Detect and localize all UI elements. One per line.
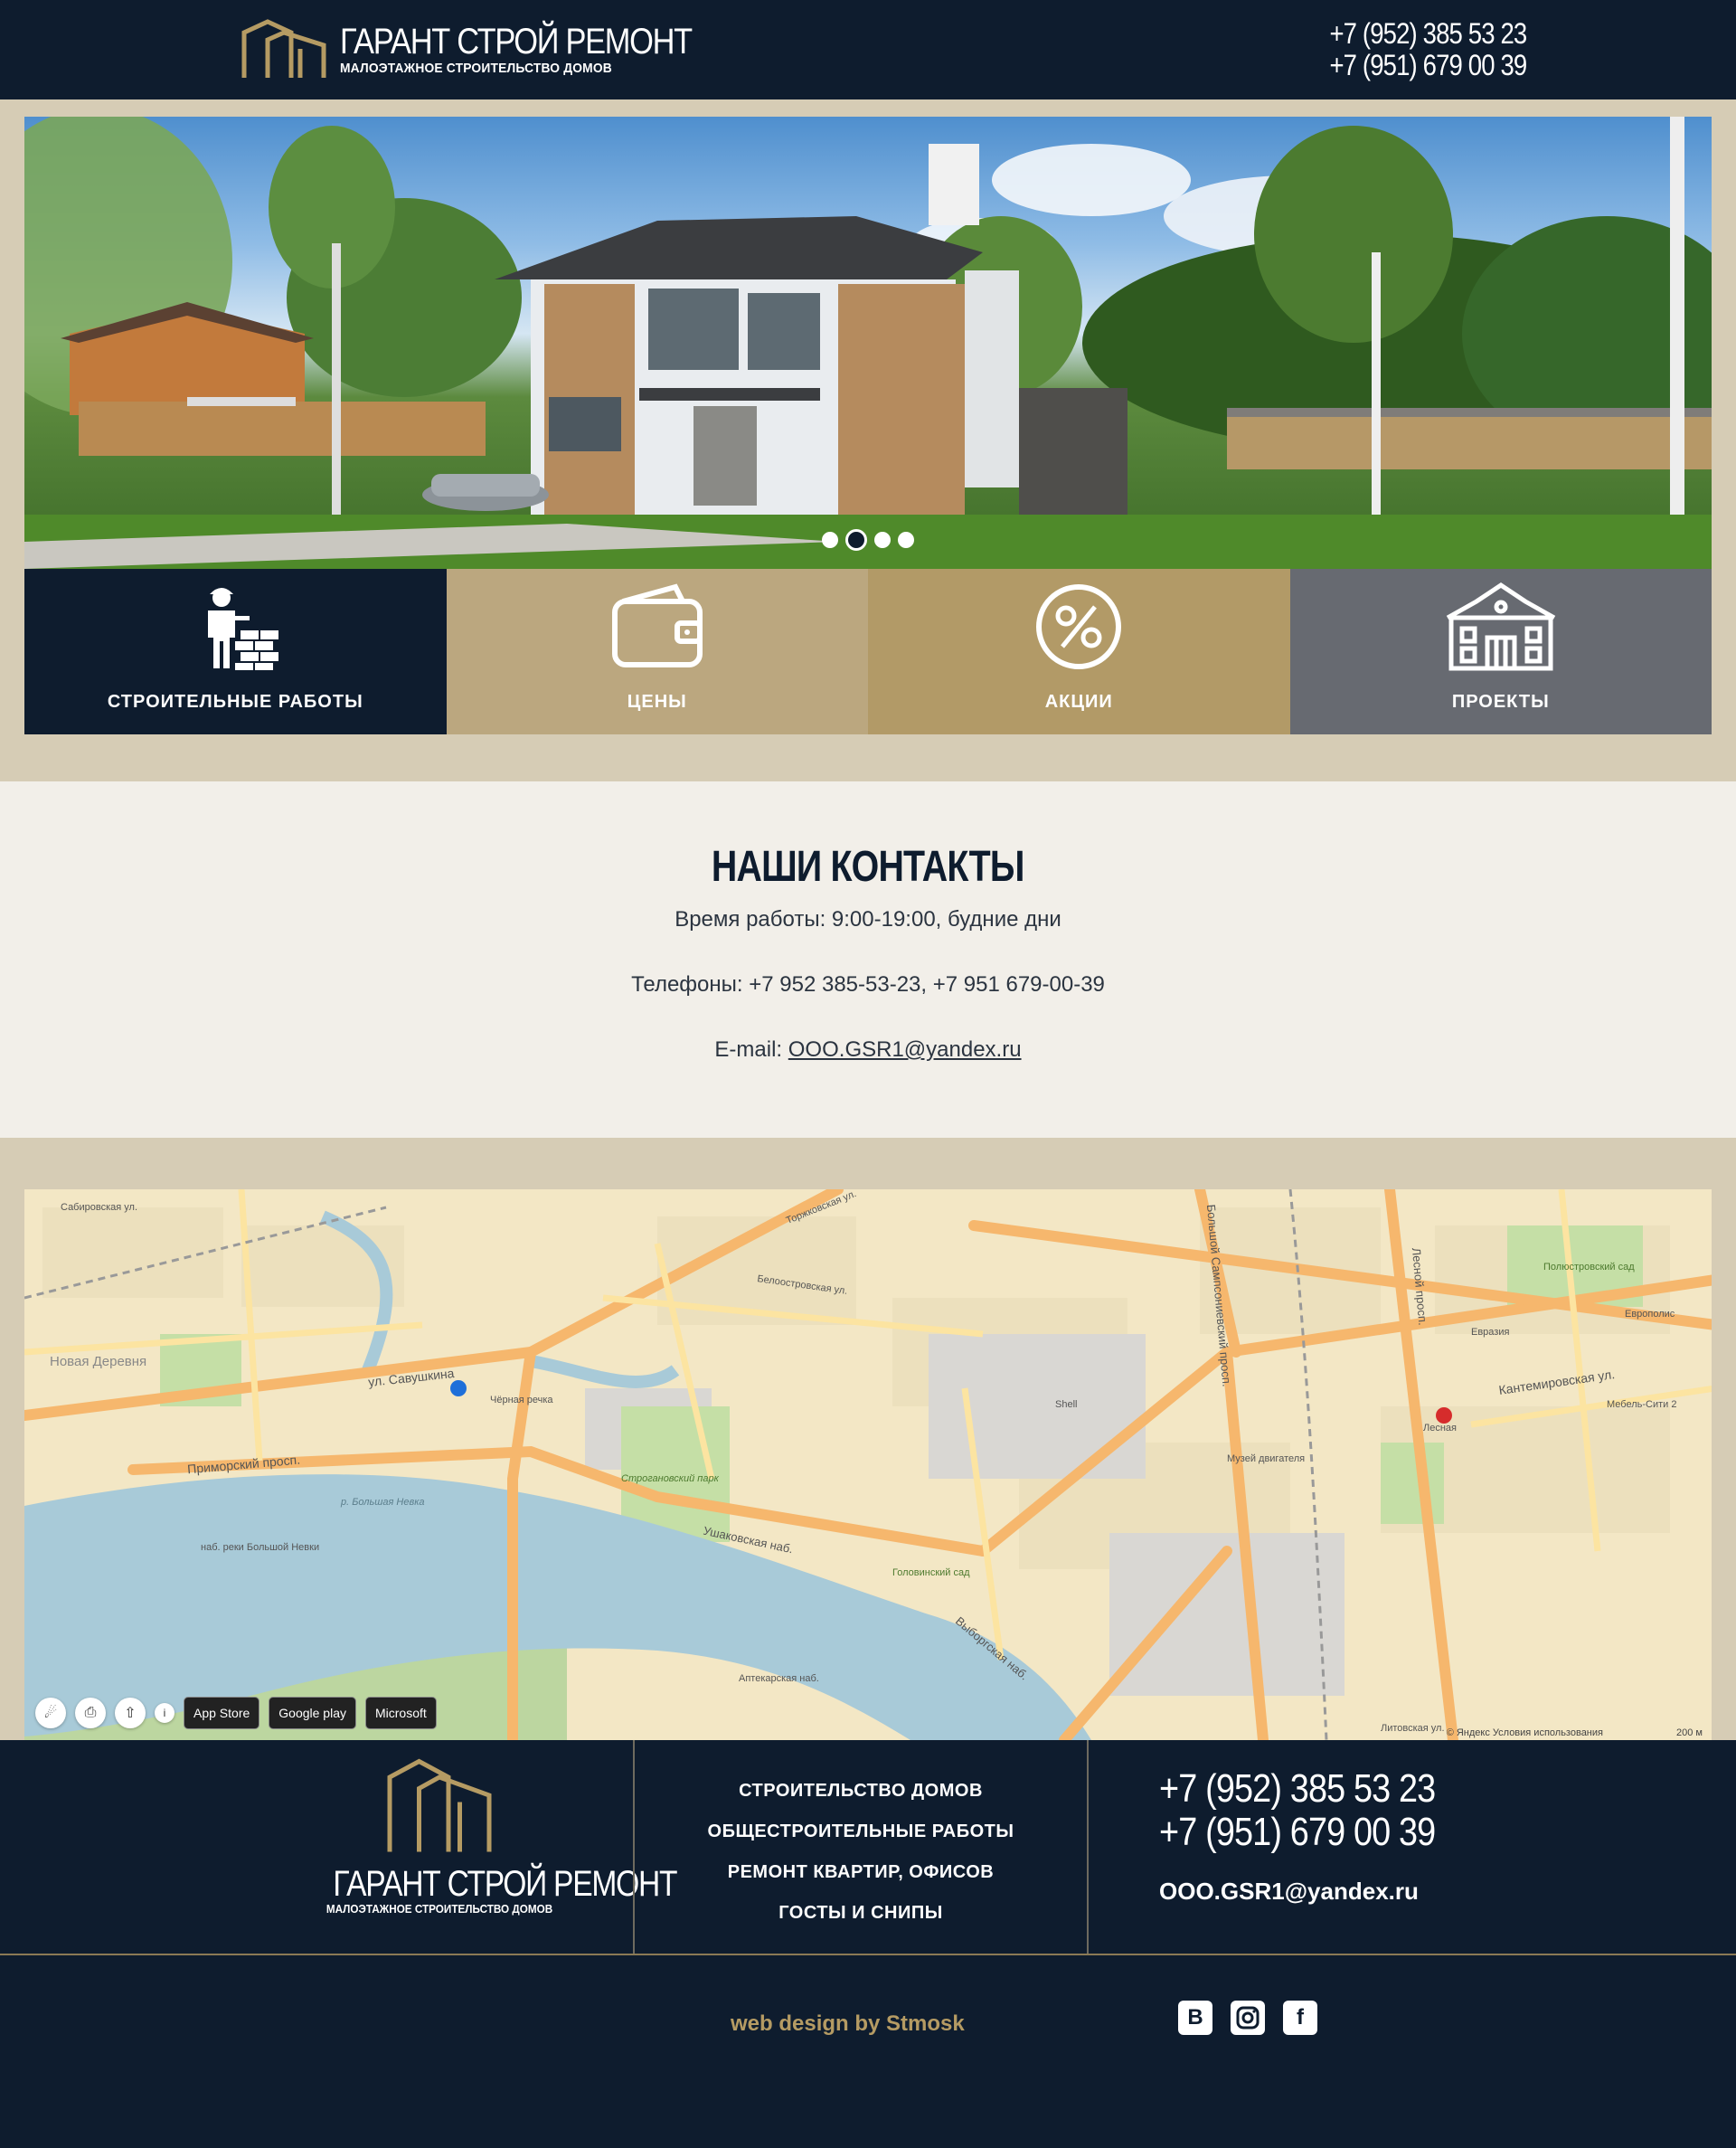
contacts-email-line: E-mail: OOO.GSR1@yandex.ru — [0, 1036, 1736, 1064]
map-section: Сабировская ул. Торжковская ул. Новая Де… — [0, 1138, 1736, 1740]
contacts-hours: Время работы: 9:00-19:00, будние дни — [675, 907, 1061, 932]
footer-phone-2[interactable]: +7 (951) 679 00 39 — [1159, 1811, 1436, 1854]
info-icon[interactable]: i — [155, 1703, 175, 1723]
logo-subtitle: МАЛОЭТАЖНОЕ СТРОИТЕЛЬСТВО ДОМОВ — [340, 61, 612, 76]
site-header: ГАРАНТ СТРОЙ РЕМОНТ МАЛОЭТАЖНОЕ СТРОИТЕЛ… — [0, 0, 1736, 99]
share-icon[interactable]: ⇧ — [115, 1698, 146, 1728]
footer-menu-item[interactable]: ОБЩЕСТРОИТЕЛЬНЫЕ РАБОТЫ — [635, 1812, 1087, 1852]
service-tiles: СТРОИТЕЛЬНЫЕ РАБОТЫ ЦЕНЫ АКЦИИ ПРОЕКТЫ — [24, 569, 1712, 734]
percent-icon — [1036, 584, 1122, 669]
yandex-map[interactable]: Сабировская ул. Торжковская ул. Новая Де… — [24, 1189, 1712, 1740]
hero-section: СТРОИТЕЛЬНЫЕ РАБОТЫ ЦЕНЫ АКЦИИ ПРОЕКТЫ — [0, 99, 1736, 781]
contacts-section: НАШИ КОНТАКТЫ Время работы: 9:00-19:00, … — [0, 781, 1736, 1138]
binoculars-icon[interactable]: ☄ — [35, 1698, 66, 1728]
tile-prices[interactable]: ЦЕНЫ — [446, 569, 868, 734]
footer-logo[interactable]: ГАРАНТ СТРОЙ РЕМОНТ МАЛОЭТАЖНОЕ СТРОИТЕЛ… — [313, 1755, 677, 1916]
google-play-badge[interactable]: Google play — [269, 1697, 356, 1729]
app-store-badge[interactable]: App Store — [184, 1697, 260, 1729]
footer-phone-1[interactable]: +7 (952) 385 53 23 — [1159, 1767, 1436, 1811]
map-label: р. Большая Невка — [341, 1497, 425, 1508]
slider-dot[interactable] — [874, 532, 891, 548]
email-label: E-mail: — [714, 1037, 788, 1062]
microsoft-badge[interactable]: Microsoft — [364, 1697, 437, 1729]
map-label: Мебель-Сити 2 — [1607, 1399, 1677, 1410]
facebook-icon[interactable]: f — [1283, 2001, 1317, 2035]
footer-contacts: +7 (952) 385 53 23 +7 (951) 679 00 39 OO… — [1159, 1767, 1436, 1906]
tile-label: ПРОЕКТЫ — [1451, 692, 1550, 712]
email-link[interactable]: OOO.GSR1@yandex.ru — [788, 1037, 1022, 1062]
footer-menu-item[interactable]: СТРОИТЕЛЬСТВО ДОМОВ — [635, 1771, 1087, 1812]
footer-divider-line — [0, 1954, 1736, 1955]
map-controls: ☄ ⎙ ⇧ i App Store Google play Microsoft — [35, 1697, 437, 1729]
building-icon — [1446, 582, 1555, 671]
social-links: В f — [1178, 2001, 1317, 2035]
footer-menu-item[interactable]: ГОСТЫ И СНИПЫ — [635, 1893, 1087, 1934]
map-label: Музей двигателя — [1227, 1453, 1306, 1464]
map-label: наб. реки Большой Невки — [201, 1542, 320, 1553]
footer-email[interactable]: OOO.GSR1@yandex.ru — [1159, 1878, 1419, 1906]
tile-label: СТРОИТЕЛЬНЫЕ РАБОТЫ — [107, 692, 363, 712]
header-phones: +7 (952) 385 53 23 +7 (951) 679 00 39 — [1297, 18, 1527, 81]
header-phone-2[interactable]: +7 (951) 679 00 39 — [1329, 50, 1527, 81]
slider-dot[interactable] — [898, 532, 914, 548]
map-label: Аптекарская наб. — [739, 1673, 819, 1684]
footer-menu-item[interactable]: РЕМОНТ КВАРТИР, ОФИСОВ — [635, 1852, 1087, 1893]
footer-divider — [1087, 1740, 1089, 1954]
map-scale: 200 м — [1676, 1727, 1703, 1738]
contacts-title: НАШИ КОНТАКТЫ — [712, 843, 1024, 891]
logo-title: ГАРАНТ СТРОЙ РЕМОНТ — [340, 22, 693, 62]
contacts-phones: Телефоны: +7 952 385-53-23, +7 951 679-0… — [631, 972, 1105, 997]
footer-menu: СТРОИТЕЛЬСТВО ДОМОВ ОБЩЕСТРОИТЕЛЬНЫЕ РАБ… — [635, 1771, 1087, 1934]
map-label: Чёрная речка — [490, 1395, 553, 1405]
map-label: Европолис — [1625, 1309, 1675, 1320]
map-label: Евразия — [1471, 1327, 1510, 1338]
map-label: Литовская ул. — [1381, 1723, 1445, 1734]
wallet-icon — [611, 583, 703, 667]
slider-dot-active[interactable] — [845, 529, 867, 551]
map-label: Shell — [1055, 1399, 1078, 1410]
builder-icon — [208, 588, 279, 670]
slider-dots — [24, 529, 1712, 551]
footer-logo-subtitle: МАЛОЭТАЖНОЕ СТРОИТЕЛЬСТВО ДОМОВ — [326, 1902, 553, 1916]
logo-house-icon — [387, 1758, 492, 1852]
logo-house-icon — [241, 19, 326, 78]
logo[interactable]: ГАРАНТ СТРОЙ РЕМОНТ МАЛОЭТАЖНОЕ СТРОИТЕЛ… — [241, 18, 749, 80]
slider-dot[interactable] — [822, 532, 838, 548]
tile-construction[interactable]: СТРОИТЕЛЬНЫЕ РАБОТЫ — [24, 569, 447, 734]
tile-label: ЦЕНЫ — [627, 692, 687, 712]
vk-icon[interactable]: В — [1178, 2001, 1212, 2035]
print-icon[interactable]: ⎙ — [75, 1698, 106, 1728]
map-label: Головинский сад — [892, 1567, 970, 1578]
tile-label: АКЦИИ — [1044, 692, 1113, 712]
slide-house-image — [24, 117, 1712, 569]
map-label: Сабировская ул. — [61, 1202, 138, 1213]
map-label: Полюстровский сад — [1543, 1262, 1635, 1273]
map-label: Строгановский парк — [621, 1473, 719, 1484]
design-credit[interactable]: web design by Stmosk — [731, 2011, 965, 2037]
tile-promotions[interactable]: АКЦИИ — [868, 569, 1290, 734]
footer-logo-title: ГАРАНТ СТРОЙ РЕМОНТ — [333, 1864, 677, 1904]
map-label: Лесная — [1423, 1423, 1457, 1434]
site-footer: ГАРАНТ СТРОЙ РЕМОНТ МАЛОЭТАЖНОЕ СТРОИТЕЛ… — [0, 1740, 1736, 2148]
image-slider[interactable] — [24, 117, 1712, 569]
tile-projects[interactable]: ПРОЕКТЫ — [1289, 569, 1712, 734]
instagram-icon[interactable] — [1231, 2001, 1265, 2035]
header-phone-1[interactable]: +7 (952) 385 53 23 — [1329, 18, 1527, 50]
map-label: Новая Деревня — [50, 1354, 147, 1369]
map-copyright[interactable]: © Яндекс Условия использования — [1447, 1727, 1603, 1738]
